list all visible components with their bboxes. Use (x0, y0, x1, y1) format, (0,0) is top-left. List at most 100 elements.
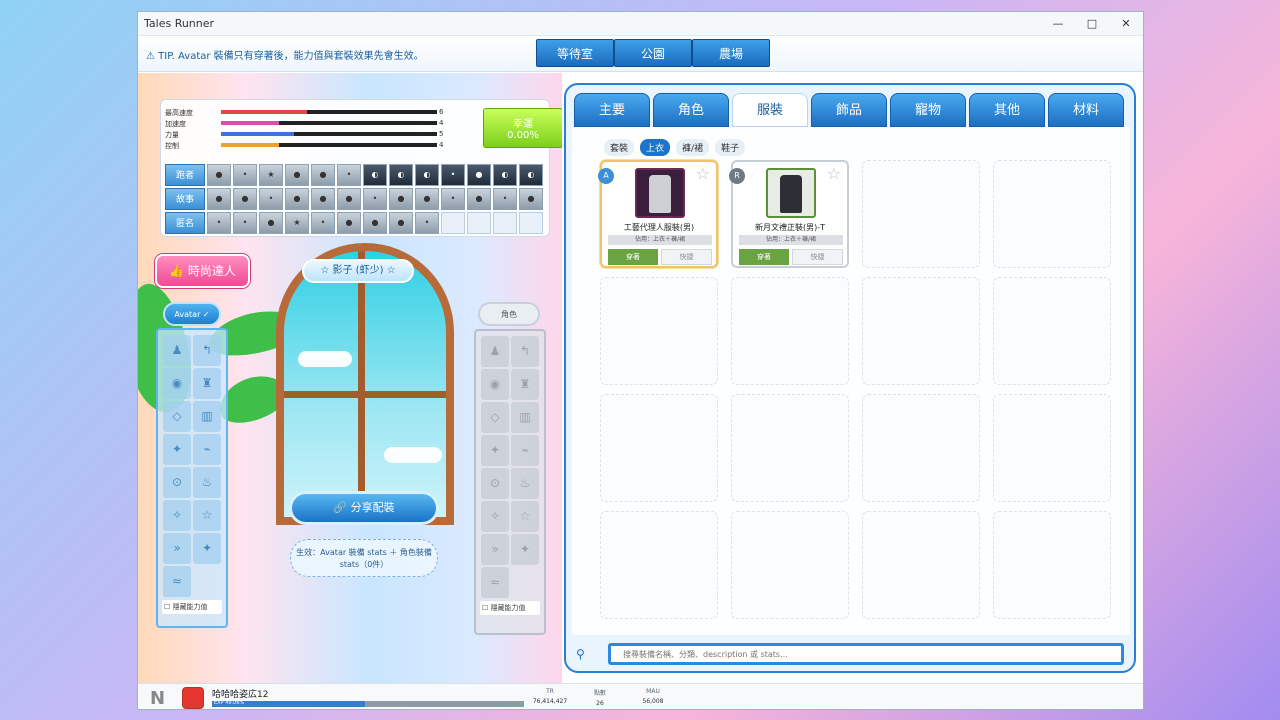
set-slot-icon[interactable]: • (441, 188, 465, 210)
avatar-slot-icon[interactable]: ≈ (163, 566, 191, 597)
avatar-slot-icon[interactable]: » (163, 533, 191, 564)
set-row-label[interactable]: 匿名 (165, 212, 205, 234)
set-slot-icon[interactable]: ● (363, 212, 387, 234)
tab-6[interactable]: 材料 (1048, 93, 1124, 127)
character-slot-icon[interactable]: ☆ (511, 501, 539, 532)
set-slot-icon[interactable]: ◐ (493, 164, 517, 186)
set-slot-icon[interactable]: ● (207, 164, 231, 186)
set-slot-icon[interactable]: • (259, 188, 283, 210)
quick-slot-button[interactable]: 快捷 (792, 249, 843, 265)
subtab-1[interactable]: 上衣 (640, 139, 671, 156)
set-slot-icon[interactable]: ● (285, 188, 309, 210)
set-slot-icon[interactable]: • (493, 188, 517, 210)
set-slot-icon[interactable]: ● (311, 164, 335, 186)
character-slot-icon[interactable]: ✦ (511, 534, 539, 565)
avatar-slot-icon[interactable]: ⌁ (193, 434, 221, 465)
set-slot-icon[interactable]: ● (259, 212, 283, 234)
wear-button[interactable]: 穿著 (608, 249, 658, 265)
set-slot-icon[interactable]: ● (519, 188, 543, 210)
character-slot-icon[interactable]: ♟ (481, 336, 509, 367)
set-slot-icon[interactable]: ● (467, 188, 491, 210)
minimize-button[interactable]: — (1041, 12, 1075, 36)
set-slot-icon[interactable]: ★ (285, 212, 309, 234)
avatar-slot-icon[interactable]: ◇ (163, 401, 191, 432)
character-slot-icon[interactable]: ≈ (481, 567, 509, 598)
set-slot-icon[interactable] (519, 212, 543, 234)
tab-5[interactable]: 其他 (969, 93, 1045, 127)
character-slot-icon[interactable]: ▥ (511, 402, 539, 433)
avatar-slot-icon[interactable]: ♨ (193, 467, 221, 498)
set-slot-icon[interactable]: • (441, 164, 465, 186)
tab-1[interactable]: 角色 (653, 93, 729, 127)
set-slot-icon[interactable]: ◐ (519, 164, 543, 186)
set-slot-icon[interactable]: • (233, 164, 257, 186)
set-slot-icon[interactable]: ★ (259, 164, 283, 186)
subtab-2[interactable]: 褲/裙 (676, 139, 710, 156)
set-slot-icon[interactable] (441, 212, 465, 234)
character-slot-icon[interactable]: ◉ (481, 369, 509, 400)
close-button[interactable]: ✕ (1109, 12, 1143, 36)
avatar-slot-icon[interactable]: ◉ (163, 368, 191, 399)
item-card[interactable]: R ☆ 新月文禮正裝(男)-T 佔用：上衣＋褲/裙 穿著 快捷 (729, 160, 849, 268)
set-slot-icon[interactable]: • (337, 164, 361, 186)
set-slot-icon[interactable]: • (363, 188, 387, 210)
avatar-slot-icon[interactable]: ✦ (163, 434, 191, 465)
subtab-3[interactable]: 鞋子 (715, 139, 746, 156)
avatar-slot-icon[interactable]: ⊙ (163, 467, 191, 498)
set-slot-icon[interactable]: • (233, 212, 257, 234)
character-slot-icon[interactable]: ⊙ (481, 468, 509, 499)
share-loadout-button[interactable]: 🔗 分享配裝 (289, 491, 439, 525)
set-row-label[interactable]: 跑者 (165, 164, 205, 186)
hide-stats-checkbox-character[interactable]: ☐ 隱藏能力值 (480, 601, 540, 615)
avatar-slot-icon[interactable]: ☆ (193, 500, 221, 531)
avatar-slot-icon[interactable]: ♜ (193, 368, 221, 399)
set-slot-icon[interactable]: ● (311, 188, 335, 210)
set-slot-icon[interactable]: ● (285, 164, 309, 186)
character-slot-icon[interactable]: ✦ (481, 435, 509, 466)
item-card[interactable]: A ☆ 工藝代理人服裝(男) 佔用：上衣＋褲/裙 穿著 快捷 (598, 160, 718, 268)
character-slot-icon[interactable]: ♨ (511, 468, 539, 499)
set-slot-icon[interactable]: ◐ (389, 164, 413, 186)
set-slot-icon[interactable]: ● (389, 212, 413, 234)
tab-4[interactable]: 寵物 (890, 93, 966, 127)
tab-0[interactable]: 主要 (574, 93, 650, 127)
set-slot-icon[interactable] (493, 212, 517, 234)
avatar-slot-icon[interactable]: ✦ (193, 533, 221, 564)
favorite-star-icon[interactable]: ☆ (827, 164, 841, 183)
quick-slot-button[interactable]: 快捷 (661, 249, 712, 265)
subtab-0[interactable]: 套裝 (604, 139, 635, 156)
set-slot-icon[interactable]: • (415, 212, 439, 234)
character-slot-icon[interactable]: ◇ (481, 402, 509, 433)
set-slot-icon[interactable]: ● (337, 212, 361, 234)
hide-stats-checkbox-avatar[interactable]: ☐ 隱藏能力值 (162, 600, 222, 614)
nav-waiting-room[interactable]: 等待室 (536, 39, 614, 67)
character-slot-icon[interactable]: » (481, 534, 509, 565)
set-slot-icon[interactable]: ● (233, 188, 257, 210)
set-slot-icon[interactable] (467, 212, 491, 234)
character-slot-icon[interactable]: ↰ (511, 336, 539, 367)
avatar-slot-icon[interactable]: ▥ (193, 401, 221, 432)
shadow-label[interactable]: ☆ 影子 (虾少) ☆ (302, 259, 414, 283)
set-slot-icon[interactable]: ● (415, 188, 439, 210)
maximize-button[interactable]: □ (1075, 12, 1109, 36)
set-slot-icon[interactable]: ● (467, 164, 491, 186)
avatar-toggle[interactable]: Avatar ✓ (163, 302, 221, 326)
character-slot-icon[interactable]: ♜ (511, 369, 539, 400)
set-row-label[interactable]: 故事 (165, 188, 205, 210)
set-slot-icon[interactable]: • (207, 212, 231, 234)
set-slot-icon[interactable]: ◐ (415, 164, 439, 186)
set-slot-icon[interactable]: ● (337, 188, 361, 210)
avatar-slot-icon[interactable]: ✧ (163, 500, 191, 531)
set-slot-icon[interactable]: • (311, 212, 335, 234)
favorite-star-icon[interactable]: ☆ (696, 164, 710, 183)
tab-2[interactable]: 服裝 (732, 93, 808, 127)
tab-3[interactable]: 飾品 (811, 93, 887, 127)
set-slot-icon[interactable]: ◐ (363, 164, 387, 186)
set-slot-icon[interactable]: ● (389, 188, 413, 210)
avatar-slot-icon[interactable]: ♟ (163, 335, 191, 366)
character-toggle[interactable]: 角色 (478, 302, 540, 326)
character-slot-icon[interactable]: ⌁ (511, 435, 539, 466)
nav-farm[interactable]: 農場 (692, 39, 770, 67)
character-slot-icon[interactable]: ✧ (481, 501, 509, 532)
avatar-slot-icon[interactable]: ↰ (193, 335, 221, 366)
